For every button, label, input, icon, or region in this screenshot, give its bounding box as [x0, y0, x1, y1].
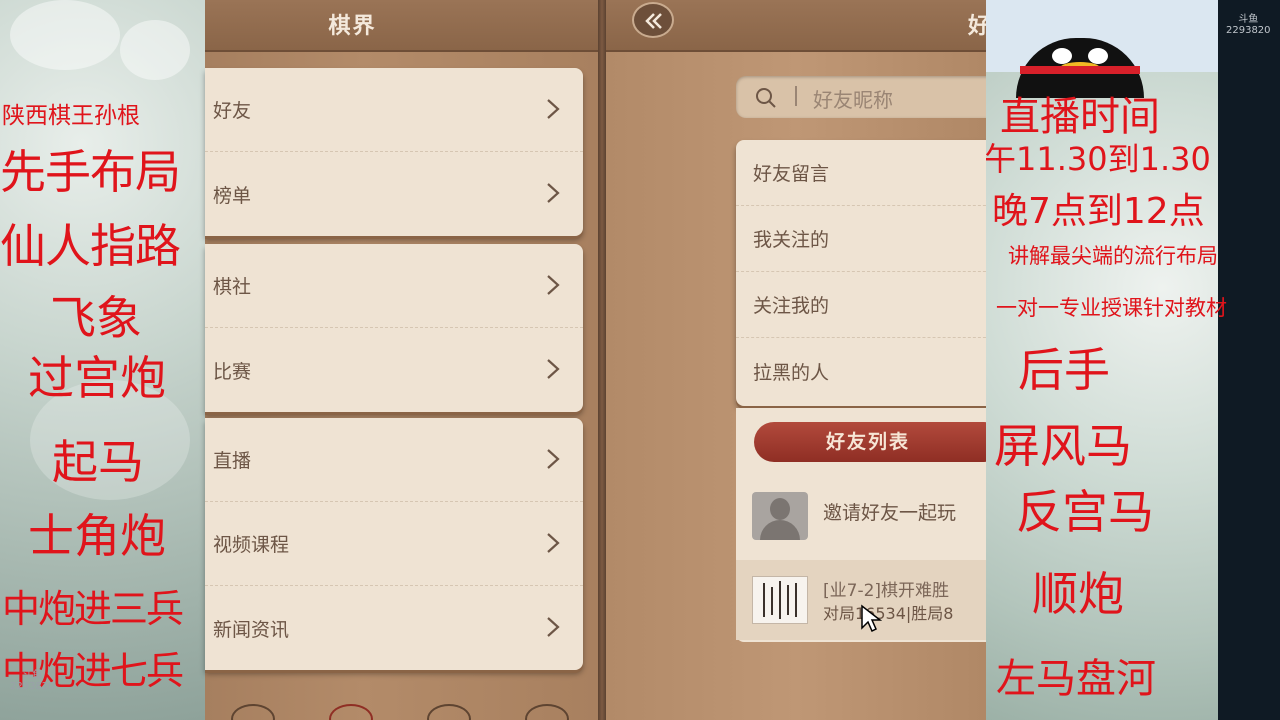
overlay-line: 仙人指路 — [0, 219, 181, 273]
right-stream-overlay: 斗鱼 2293820 直播时间 午11.30到1.30 晚7点到12点 讲解最尖端… — [986, 0, 1280, 720]
menu-item-matches[interactable]: 比赛 — [205, 328, 583, 412]
flower-decoration — [10, 0, 120, 70]
friends-menu: 好友留言 我关注的 关注我的 拉黑的人 — [736, 140, 996, 406]
menu-item-followers[interactable]: 关注我的 — [736, 272, 996, 338]
left-stream-overlay: 陕西棋王孙根 先手布局 仙人指路 飞象 过宫炮 起马 士角炮 中炮进三兵 中炮进… — [0, 0, 205, 720]
menu-group-social: 好友 榜单 — [205, 68, 583, 236]
overlay-line: 晚7点到12点 — [992, 191, 1205, 232]
invite-text: 邀请好友一起玩 — [823, 502, 957, 524]
menu-item-blocked[interactable]: 拉黑的人 — [736, 338, 996, 404]
overlay-line: 反宫马 — [1016, 485, 1154, 539]
overlay-line: 屏风马 — [994, 419, 1132, 473]
friends-panel-screen: 好 好友昵称 好友留言 我关注的 关注我的 拉黑的人 好友列表 邀请好友一起玩 — [606, 0, 1004, 720]
page-title: 棋界 — [328, 14, 377, 39]
tab-icon[interactable] — [525, 704, 569, 720]
flower-decoration — [120, 20, 190, 80]
invite-friends-item[interactable]: 邀请好友一起玩 — [736, 476, 996, 550]
search-separator — [795, 86, 797, 106]
bottom-tab-bar — [205, 700, 600, 720]
menu-item-label: 好友 — [213, 100, 252, 122]
chevron-right-icon — [545, 181, 561, 205]
qijie-panel: 棋界 好友 榜单 棋社 比赛 直播 视频课程 新闻资讯 — [205, 0, 600, 720]
overlay-line: 过宫炮 — [28, 351, 166, 405]
menu-item-leaderboard[interactable]: 榜单 — [205, 152, 583, 236]
top-bar: 棋界 — [205, 0, 600, 52]
mouse-cursor-icon — [861, 604, 882, 633]
menu-group-media: 直播 视频课程 新闻资讯 — [205, 418, 583, 670]
tab-icon[interactable] — [329, 704, 373, 720]
chevron-right-icon — [545, 447, 561, 471]
overlay-line: 午11.30到1.30 — [986, 140, 1211, 178]
menu-item-label: 榜单 — [213, 184, 252, 207]
overlay-line: 讲解最尖端的流行布局 — [1008, 244, 1218, 268]
search-input[interactable]: 好友昵称 — [736, 76, 996, 118]
menu-item-clubs[interactable]: 棋社 — [205, 244, 583, 328]
menu-item-video-courses[interactable]: 视频课程 — [205, 502, 583, 586]
avatar-placeholder-icon — [752, 492, 808, 540]
menu-item-friend-messages[interactable]: 好友留言 — [736, 140, 996, 206]
avatar — [752, 576, 808, 624]
menu-item-label: 新闻资讯 — [213, 618, 290, 641]
menu-item-label: 视频课程 — [213, 534, 290, 556]
overlay-line: 先手布局 — [0, 145, 181, 199]
back-button[interactable] — [632, 2, 674, 38]
overlay-line: 飞象 — [50, 291, 142, 345]
tab-icon[interactable] — [231, 704, 275, 720]
overlay-line: 后手 — [1018, 343, 1110, 397]
menu-item-friends[interactable]: 好友 — [205, 68, 583, 152]
panel-divider — [598, 0, 606, 720]
overlay-line: 一对一专业授课针对教材 — [996, 296, 1227, 320]
overlay-line: 起马 — [52, 435, 144, 489]
overlay-line: 中炮进三兵 — [2, 587, 184, 631]
chevron-right-icon — [545, 273, 561, 297]
overlay-line: 士角炮 — [28, 509, 166, 563]
overlay-line: 左马盘河 — [996, 656, 1156, 702]
menu-item-news[interactable]: 新闻资讯 — [205, 586, 583, 670]
search-placeholder: 好友昵称 — [813, 88, 893, 112]
dark-edge: 斗鱼 2293820 — [1218, 0, 1280, 720]
overlay-line: 顺炮 — [1032, 567, 1124, 621]
menu-item-label: 比赛 — [213, 360, 252, 383]
qq-penguin-image — [986, 0, 1218, 98]
overlay-line: 陕西棋王孙根 — [2, 103, 140, 129]
friend-stats: 对局16534|胜局8 — [823, 604, 954, 623]
chevron-right-icon — [545, 357, 561, 381]
tab-icon[interactable] — [427, 704, 471, 720]
friend-name: [业7-2]棋开难胜 — [823, 581, 950, 601]
douyu-watermark: 斗鱼 2293820 — [1226, 14, 1271, 36]
top-bar: 好 — [606, 0, 990, 52]
search-icon — [756, 88, 776, 108]
back-arrow-icon — [645, 13, 662, 29]
chevron-right-icon — [545, 615, 561, 639]
menu-group-clubs: 棋社 比赛 — [205, 244, 583, 412]
friends-list-button[interactable]: 好友列表 — [754, 422, 1004, 462]
menu-item-label: 棋社 — [213, 276, 252, 298]
douyu-watermark: 斗鱼 2293820 — [10, 670, 55, 692]
menu-item-following[interactable]: 我关注的 — [736, 206, 996, 272]
menu-item-live[interactable]: 直播 — [205, 418, 583, 502]
chevron-right-icon — [545, 97, 561, 121]
chevron-right-icon — [545, 531, 561, 555]
menu-item-label: 直播 — [213, 450, 252, 472]
